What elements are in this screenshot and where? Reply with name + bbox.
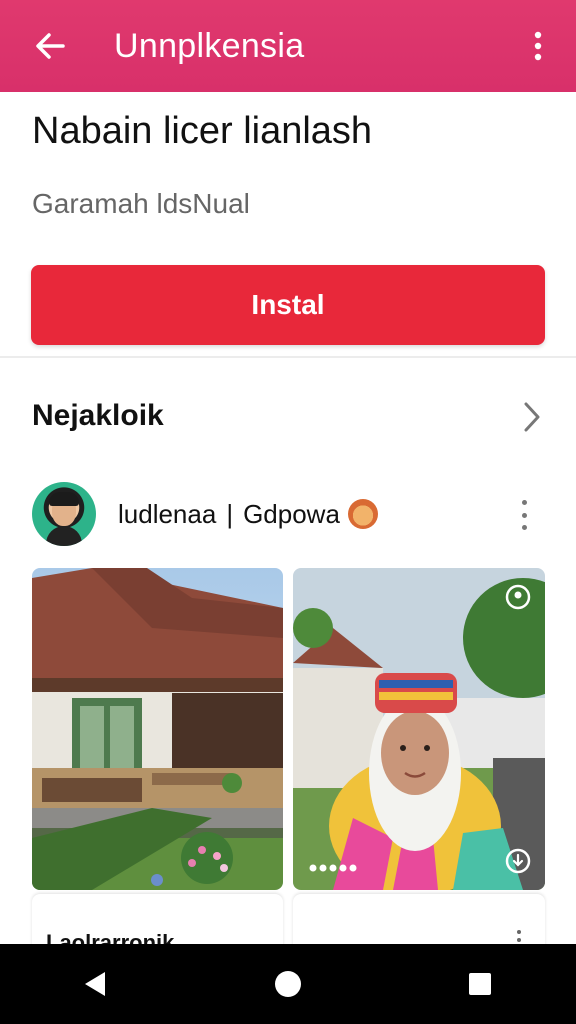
section-title: Nejakloik <box>32 399 164 432</box>
developer-name[interactable]: Garamah ldsNual <box>32 188 250 220</box>
avatar[interactable] <box>32 482 96 546</box>
more-vertical-icon[interactable] <box>514 22 562 70</box>
media-card-house[interactable] <box>32 568 283 890</box>
nav-home-icon[interactable] <box>248 944 328 1024</box>
location-pin-icon[interactable] <box>505 584 531 610</box>
arrow-left-icon[interactable] <box>18 14 82 78</box>
app-bar: Unnplkensia <box>0 0 576 92</box>
author-name: ludlenaa <box>118 498 217 529</box>
author-separator: | <box>226 498 234 529</box>
install-button[interactable]: Instal <box>31 265 545 345</box>
system-nav-bar <box>0 944 576 1024</box>
chevron-right-icon[interactable] <box>518 400 546 434</box>
divider <box>0 356 576 358</box>
media-card-portrait[interactable] <box>293 568 545 890</box>
download-icon[interactable] <box>505 848 531 874</box>
more-vertical-icon[interactable] <box>512 500 536 530</box>
nav-recents-icon[interactable] <box>440 944 520 1024</box>
section-header[interactable]: Nejakloik <box>0 370 576 462</box>
traditional-house-photo <box>32 568 283 890</box>
post-author[interactable]: ludlenaa | Gdpowa <box>118 499 378 530</box>
app-name: Nabain licer lianlash <box>32 110 373 152</box>
woman-portrait-photo <box>293 568 545 890</box>
nav-back-icon[interactable] <box>56 944 136 1024</box>
author-handle: Gdpowa <box>243 498 340 529</box>
post-header: ludlenaa | Gdpowa <box>0 476 576 552</box>
app-bar-title: Unnplkensia <box>114 26 305 65</box>
face-emoji-icon <box>347 499 378 529</box>
